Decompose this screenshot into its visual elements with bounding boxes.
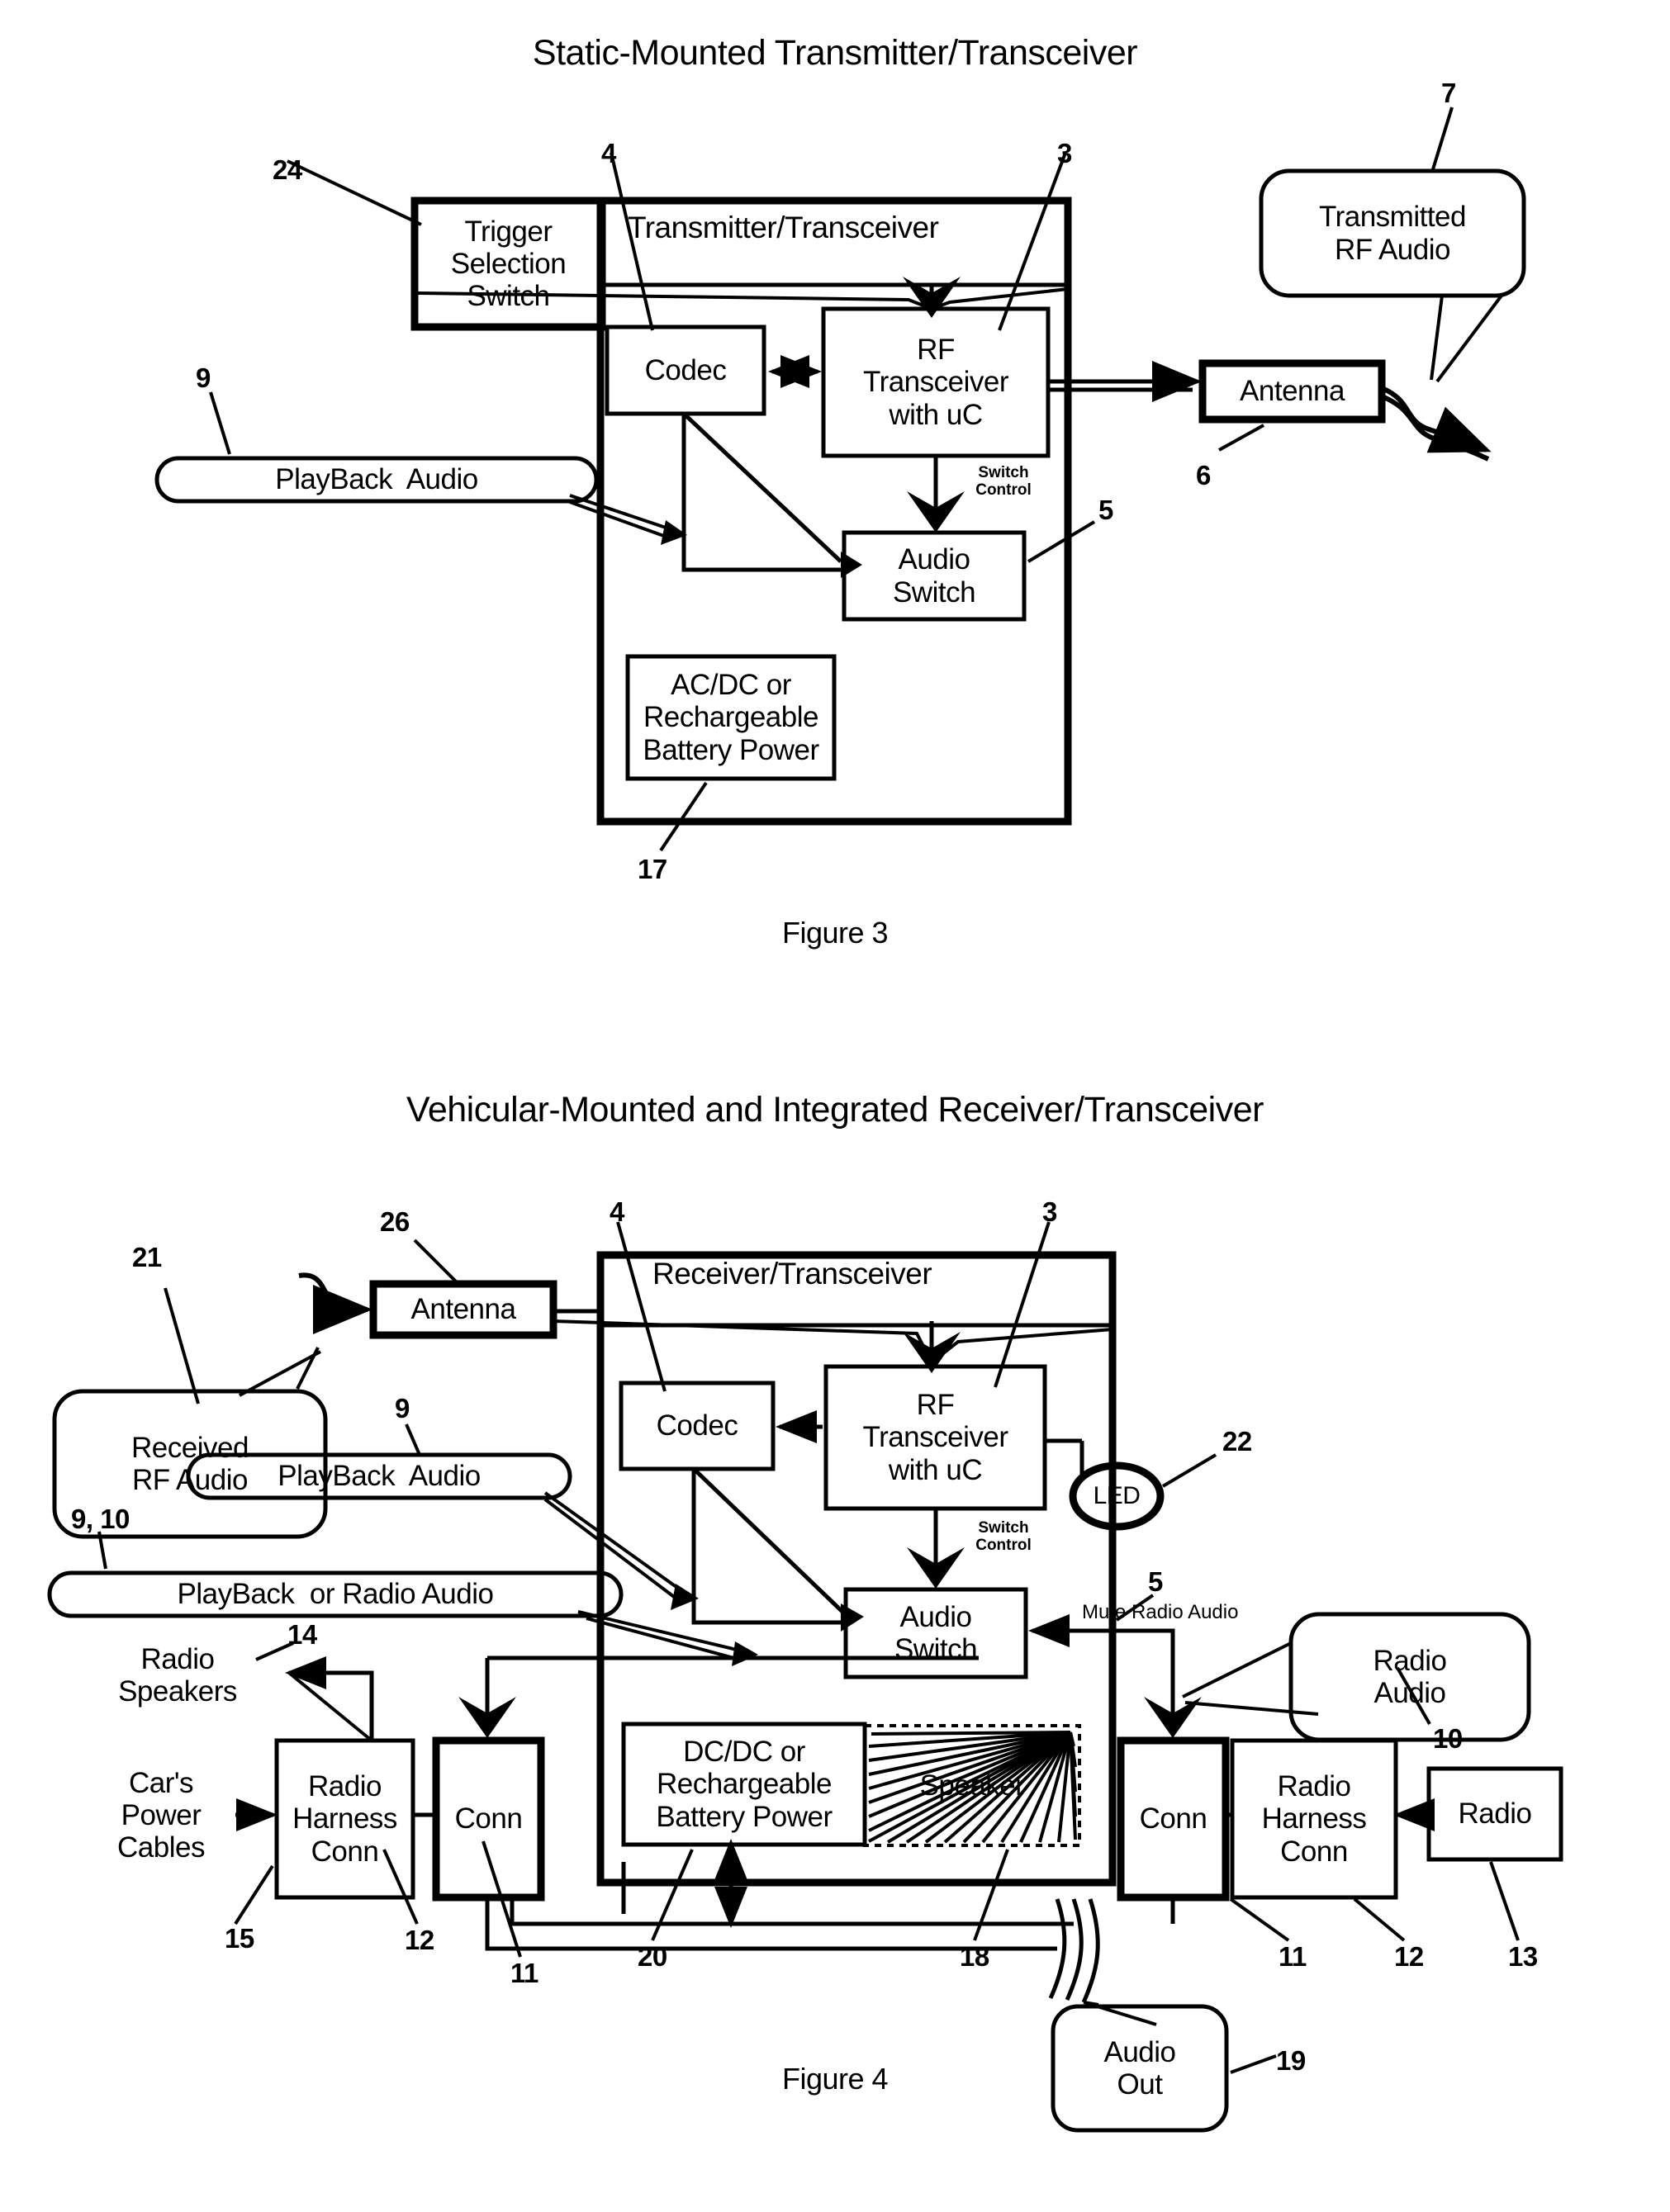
antenna-box-fig3[interactable]: Antenna	[1203, 363, 1382, 419]
receiver-transceiver-label: Receiver/Transceiver	[652, 1257, 932, 1291]
conn-right[interactable]: Conn	[1121, 1741, 1226, 1897]
ref-24: 24	[273, 154, 302, 185]
rf-transceiver-box-fig3[interactable]: RF Transceiver with uC	[823, 309, 1048, 456]
ref-18: 18	[960, 1941, 989, 1972]
transmitter-transceiver-label: Transmitter/Transceiver	[628, 211, 939, 244]
patent-figure-sheet: Static-Mounted Transmitter/Transceiver T…	[0, 0, 1670, 2212]
power-box-fig4[interactable]: DC/DC or Rechargeable Battery Power	[624, 1724, 865, 1845]
ref-5-fig4: 5	[1148, 1566, 1163, 1597]
transmitted-rf-audio-callout: Transmitted RF Audio	[1319, 201, 1466, 266]
ref-11-right: 11	[1279, 1941, 1307, 1972]
ref-5-fig3: 5	[1098, 495, 1113, 525]
ref-4-fig4: 4	[610, 1196, 624, 1227]
speaker-box: Speaker	[919, 1769, 1025, 1802]
figure3-caption: Figure 3	[781, 916, 889, 950]
radio-box[interactable]: Radio	[1429, 1769, 1561, 1859]
ref-22: 22	[1222, 1426, 1252, 1457]
radio-audio-callout: Radio Audio	[1373, 1644, 1447, 1709]
switch-control-label-fig4: Switch Control	[975, 1519, 1032, 1555]
ref-3-fig3: 3	[1057, 138, 1072, 168]
figure4-title: Vehicular-Mounted and Integrated Receive…	[406, 1090, 1264, 1130]
audio-switch-box-fig4[interactable]: Audio Switch	[846, 1589, 1026, 1677]
radio-harness-conn-left[interactable]: Radio Harness Conn	[277, 1741, 413, 1897]
playback-or-radio-audio-callout: PlayBack or Radio Audio	[177, 1578, 494, 1611]
playback-audio-callout-fig4: PlayBack Audio	[278, 1460, 481, 1493]
cars-power-cables-label: Car's Power Cables	[117, 1767, 205, 1864]
ref-9-10: 9, 10	[71, 1504, 130, 1534]
ref-14: 14	[287, 1619, 317, 1650]
figure4-caption: Figure 4	[781, 2062, 889, 2096]
codec-box-fig3[interactable]: Codec	[607, 327, 764, 414]
ref-9-fig3: 9	[196, 362, 211, 393]
ref-26: 26	[380, 1206, 410, 1237]
rf-transceiver-box-fig4[interactable]: RF Transceiver with uC	[826, 1367, 1045, 1509]
conn-left[interactable]: Conn	[436, 1741, 541, 1897]
ref-17: 17	[638, 854, 667, 884]
antenna-box-fig4[interactable]: Antenna	[373, 1284, 553, 1335]
audio-switch-box-fig3[interactable]: Audio Switch	[844, 533, 1024, 619]
ref-15: 15	[225, 1923, 254, 1954]
figure3-title: Static-Mounted Transmitter/Transceiver	[532, 33, 1138, 73]
ref-7: 7	[1441, 78, 1456, 108]
radio-harness-conn-right[interactable]: Radio Harness Conn	[1232, 1741, 1396, 1897]
power-box-fig3[interactable]: AC/DC or Rechargeable Battery Power	[628, 656, 834, 779]
ref-9-fig4: 9	[395, 1393, 410, 1423]
codec-box-fig4[interactable]: Codec	[621, 1383, 773, 1469]
ref-3-fig4: 3	[1042, 1196, 1057, 1227]
ref-21: 21	[132, 1242, 162, 1272]
ref-6: 6	[1196, 460, 1211, 490]
playback-audio-callout-fig3: PlayBack Audio	[275, 463, 478, 496]
ref-10: 10	[1433, 1723, 1463, 1754]
trigger-selection-switch-box[interactable]: Trigger Selection Switch	[415, 201, 602, 327]
radio-speakers-label: Radio Speakers	[118, 1643, 237, 1708]
ref-11-left: 11	[510, 1958, 538, 1988]
ref-20: 20	[638, 1941, 667, 1972]
mute-radio-audio-label: Mute Radio Audio	[1082, 1601, 1239, 1623]
ref-12-right: 12	[1394, 1941, 1424, 1972]
switch-control-label-fig3: Switch Control	[975, 464, 1032, 500]
led-indicator: LED	[1093, 1482, 1141, 1510]
ref-4-fig3: 4	[601, 138, 616, 168]
ref-12-left: 12	[405, 1925, 434, 1955]
ref-13: 13	[1508, 1941, 1538, 1972]
